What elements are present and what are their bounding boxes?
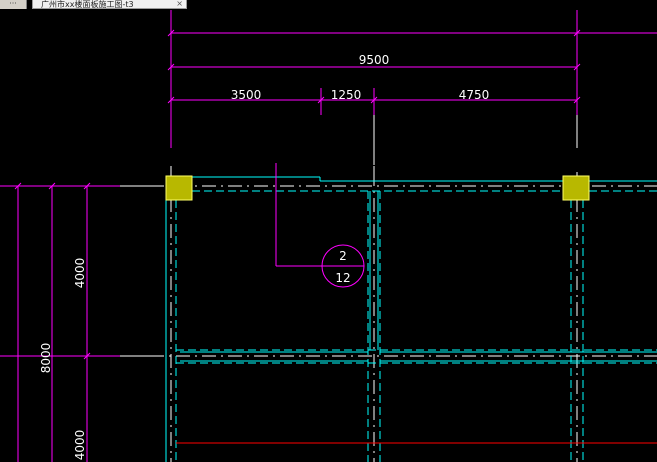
- vertical-dimensions: [0, 182, 120, 462]
- dim-text-vertical-overall: 8000: [39, 343, 53, 374]
- horizontal-dimensions: [167, 10, 657, 148]
- dim-text-overall-9500: 9500: [359, 53, 390, 67]
- dim-text-segment-3: 4750: [459, 88, 490, 102]
- slab-mark-top-text: 2: [339, 249, 347, 263]
- column-left[interactable]: [165, 175, 193, 201]
- dim-text-vertical-segment-1: 4000: [73, 258, 87, 289]
- dim-text-vertical-segment-2: 4000: [73, 430, 87, 461]
- slab-mark-bottom-text: 12: [335, 271, 350, 285]
- slab-mark-leader: [275, 163, 365, 288]
- dim-text-segment-2: 1250: [331, 88, 362, 102]
- column-right[interactable]: [562, 175, 590, 201]
- beam-outlines: [165, 176, 657, 462]
- cad-drawing-canvas[interactable]: 9500 3500 1250 4750 4000 8000 4000 2 12: [0, 0, 657, 462]
- left-grid-axis: [120, 185, 150, 357]
- dim-text-segment-1: 3500: [231, 88, 262, 102]
- grid-axis-extensions: [170, 115, 578, 172]
- grid-centerlines: [150, 172, 657, 462]
